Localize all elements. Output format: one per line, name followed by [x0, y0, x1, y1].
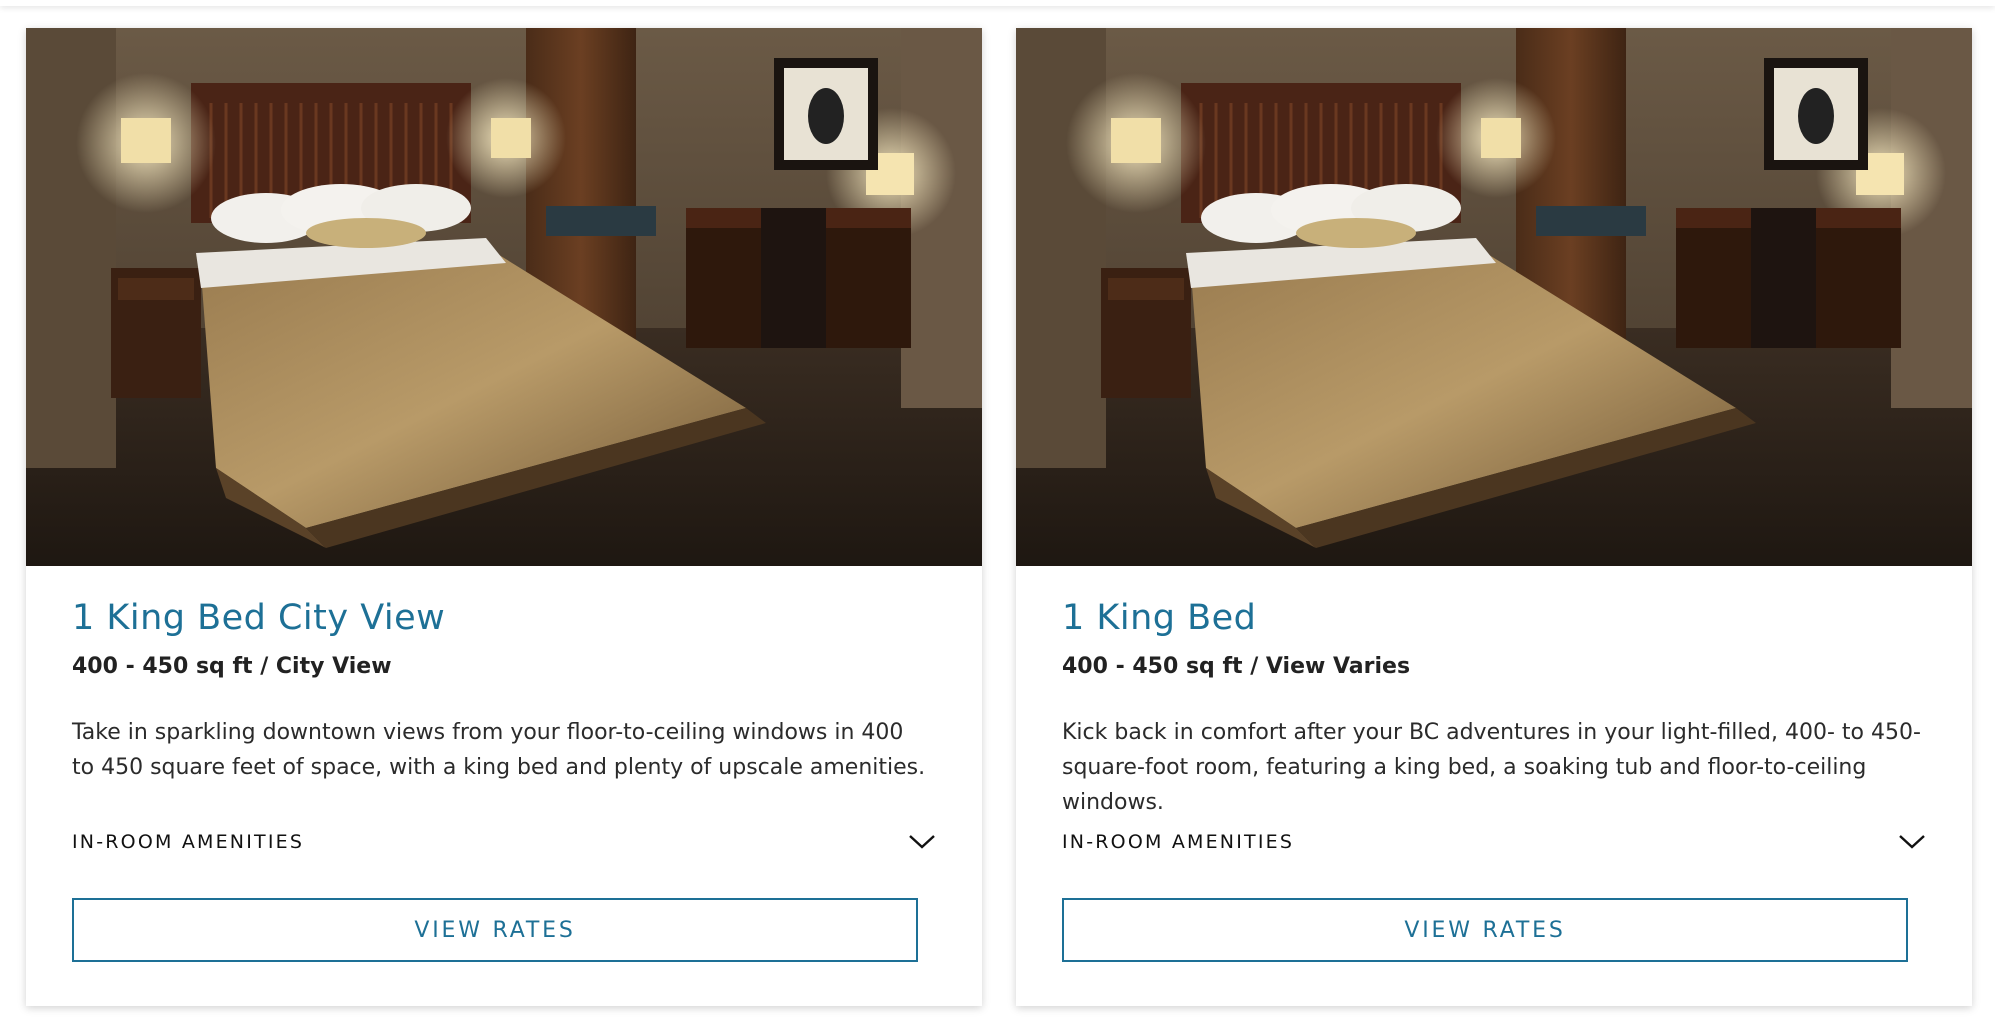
- amenities-toggle[interactable]: IN-ROOM AMENITIES: [1062, 824, 1926, 860]
- room-card: 1 King Bed City View 400 - 450 sq ft / C…: [26, 28, 982, 1006]
- room-title: 1 King Bed City View: [72, 598, 446, 638]
- amenities-toggle[interactable]: IN-ROOM AMENITIES: [72, 824, 936, 860]
- amenities-label: IN-ROOM AMENITIES: [1062, 831, 1295, 853]
- room-photo: [26, 28, 982, 566]
- view-rates-button[interactable]: VIEW RATES: [72, 898, 918, 962]
- room-description: Kick back in comfort after your BC adven…: [1062, 720, 1921, 815]
- room-description: Take in sparkling downtown views from yo…: [72, 720, 926, 780]
- room-photo: [1016, 28, 1972, 566]
- view-rates-button[interactable]: VIEW RATES: [1062, 898, 1908, 962]
- previous-row-edge: [0, 0, 1995, 6]
- room-listing-page: 1 King Bed City View 400 - 450 sq ft / C…: [0, 0, 1995, 1020]
- room-card-body: 1 King Bed City View 400 - 450 sq ft / C…: [26, 566, 982, 785]
- amenities-label: IN-ROOM AMENITIES: [72, 831, 305, 853]
- chevron-down-icon: [908, 834, 936, 850]
- room-title: 1 King Bed: [1062, 598, 1257, 638]
- chevron-down-icon: [1898, 834, 1926, 850]
- room-card-body: 1 King Bed 400 - 450 sq ft / View Varies…: [1016, 566, 1972, 820]
- room-size-view: 400 - 450 sq ft / City View: [72, 654, 392, 679]
- room-size-view: 400 - 450 sq ft / View Varies: [1062, 654, 1411, 679]
- room-card: 1 King Bed 400 - 450 sq ft / View Varies…: [1016, 28, 1972, 1006]
